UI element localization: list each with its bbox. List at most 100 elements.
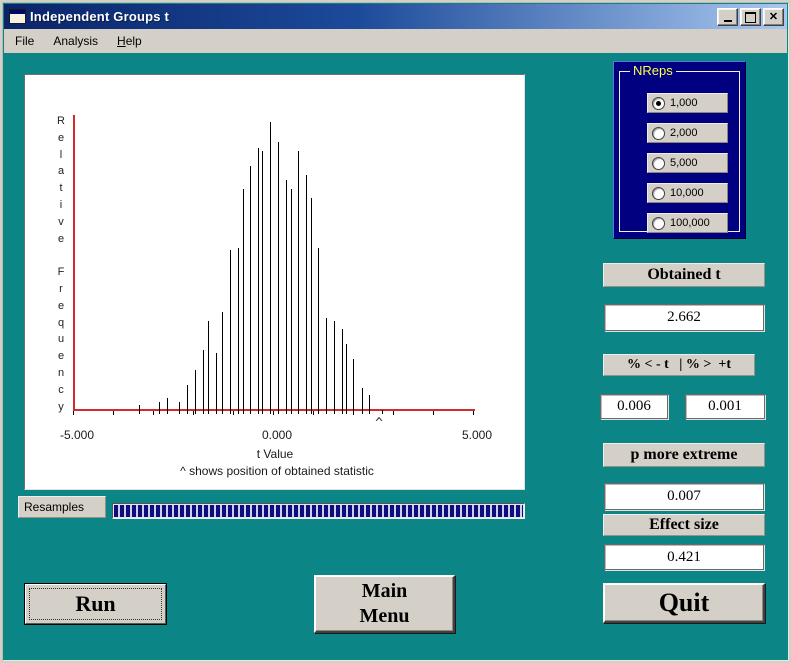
menu-item-help[interactable]: Help: [109, 32, 150, 50]
minimize-icon: [724, 20, 732, 22]
window-titlebar[interactable]: Independent Groups t ✕: [4, 4, 787, 29]
radio-unselected-icon: [652, 157, 665, 170]
histogram-spike: [311, 198, 312, 414]
close-icon: ✕: [769, 10, 778, 24]
y-axis-label-letter: r: [51, 281, 71, 297]
histogram-spike: [195, 370, 196, 414]
quit-button[interactable]: Quit: [603, 583, 765, 623]
axis-tick: [473, 411, 474, 415]
histogram-spike: [216, 353, 217, 414]
histogram-spike: [362, 388, 363, 414]
nreps-groupbox: NReps 1,0002,0005,00010,000100,000: [613, 61, 746, 239]
nreps-option-label: 1,000: [670, 97, 698, 109]
y-axis-label-letter: e: [51, 130, 71, 146]
radio-unselected-icon: [652, 127, 665, 140]
app-icon: [9, 9, 26, 24]
axis-tick: [73, 411, 74, 415]
x-axis-title: t Value: [257, 447, 293, 461]
histogram-spike: [306, 175, 307, 414]
histogram-spike: [286, 180, 287, 414]
y-axis-label-letter: q: [51, 315, 71, 331]
nreps-option-label: 100,000: [670, 217, 710, 229]
histogram-spike: [258, 148, 259, 414]
histogram-spike: [159, 402, 160, 414]
histogram-spike: [318, 248, 319, 414]
y-axis-label-letter: R: [51, 113, 71, 129]
resamples-label: Resamples: [18, 496, 106, 518]
run-button[interactable]: Run: [24, 583, 167, 625]
axis-tick: [193, 411, 194, 415]
minimize-button[interactable]: [717, 8, 738, 26]
x-axis-line: [73, 409, 475, 411]
pct-below-value[interactable]: 0.006: [600, 394, 668, 419]
chart-footnote: ^ shows position of obtained statistic: [180, 464, 374, 478]
main-menu-line2: Menu: [360, 604, 410, 629]
nreps-option-1000[interactable]: 1,000: [647, 93, 728, 113]
nreps-option-10000[interactable]: 10,000: [647, 183, 728, 203]
y-axis-label-letter: e: [51, 231, 71, 247]
run-button-face: Run: [25, 584, 166, 624]
histogram-spike: [250, 166, 251, 414]
nreps-option-label: 10,000: [670, 187, 704, 199]
menu-item-file[interactable]: File: [7, 32, 42, 50]
window-title: Independent Groups t: [30, 9, 715, 24]
axis-tick: [353, 411, 354, 415]
axis-tick: [313, 411, 314, 415]
main-menu-line1: Main: [362, 579, 408, 604]
obtained-marker-caret: ^: [375, 416, 383, 431]
pct-above-value[interactable]: 0.001: [685, 394, 765, 419]
histogram-spike: [222, 312, 223, 414]
histogram-spike: [139, 405, 140, 414]
histogram-spike: [346, 344, 347, 414]
menu-item-analysis[interactable]: Analysis: [45, 32, 106, 50]
x-tick-label: -5.000: [60, 428, 94, 442]
effect-size-label: Effect size: [603, 514, 765, 536]
effect-size-value[interactable]: 0.421: [604, 544, 764, 570]
run-button-focus-rect: Run: [29, 588, 162, 620]
nreps-option-label: 2,000: [670, 127, 698, 139]
nreps-option-100000[interactable]: 100,000: [647, 213, 728, 233]
nreps-option-2000[interactable]: 2,000: [647, 123, 728, 143]
chart-panel: RelativeFrequency ^ -5.0000.0005.000 t V…: [24, 74, 525, 490]
histogram-spike: [291, 189, 292, 414]
histogram-spike: [230, 250, 231, 414]
application-window: { "window": { "title": "Independent Grou…: [0, 0, 791, 663]
histogram-spike: [262, 151, 263, 414]
nreps-option-5000[interactable]: 5,000: [647, 153, 728, 173]
y-axis-label-letter: F: [51, 264, 71, 280]
histogram-spike: [342, 329, 343, 414]
y-axis-label-letter: n: [51, 365, 71, 381]
histogram-spike: [203, 350, 204, 414]
pct-tails-label: % < - t | % > +t: [603, 354, 755, 376]
histogram-spike: [278, 142, 279, 414]
obtained-t-value[interactable]: 2.662: [604, 304, 764, 331]
maximize-button[interactable]: [740, 8, 761, 26]
axis-tick: [433, 411, 434, 415]
maximize-icon: [745, 12, 756, 23]
histogram-spike: [298, 151, 299, 414]
radio-selected-icon: [652, 97, 665, 110]
histogram-spike: [238, 248, 239, 414]
axis-tick: [153, 411, 154, 415]
y-axis-label-letter: i: [51, 197, 71, 213]
p-value[interactable]: 0.007: [604, 483, 764, 510]
axis-tick: [233, 411, 234, 415]
radio-unselected-icon: [652, 217, 665, 230]
x-tick-label: 5.000: [462, 428, 492, 442]
histogram-spike: [243, 189, 244, 414]
axis-tick: [273, 411, 274, 415]
histogram-spike: [382, 410, 383, 414]
y-axis-label-letter: v: [51, 214, 71, 230]
nreps-option-label: 5,000: [670, 157, 698, 169]
y-axis-label-letter: e: [51, 298, 71, 314]
main-menu-button[interactable]: Main Menu: [314, 575, 455, 633]
resamples-progressbar: [112, 503, 525, 519]
x-tick-label: 0.000: [262, 428, 292, 442]
p-more-extreme-label: p more extreme: [603, 443, 765, 467]
menubar: FileAnalysisHelp: [4, 29, 787, 53]
y-axis-label-letter: l: [51, 147, 71, 163]
y-axis-label-letter: a: [51, 163, 71, 179]
close-button[interactable]: ✕: [763, 8, 784, 26]
histogram-spike: [179, 402, 180, 414]
histogram-spike: [353, 359, 354, 414]
